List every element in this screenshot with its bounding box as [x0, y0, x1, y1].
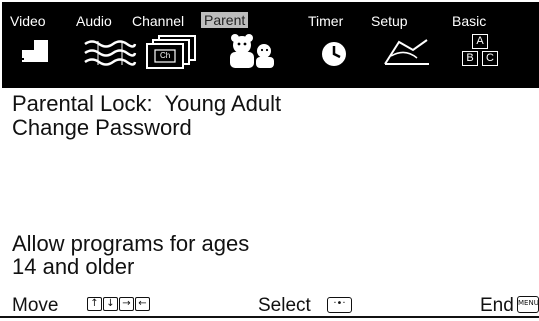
arrow-right-key-icon: → [119, 297, 134, 311]
select-key-icon: ·•· [327, 297, 352, 313]
menu-bar: Video Audio Channel Parent Timer Setup B… [2, 2, 539, 88]
move-label: Move [12, 295, 59, 316]
parent-icon [226, 34, 280, 70]
arrow-up-key-icon: ↑ [87, 297, 102, 311]
parental-lock-value: Young Adult [164, 91, 282, 116]
setup-icon [381, 36, 433, 68]
timer-icon [320, 40, 348, 68]
change-password-item[interactable]: Change Password [12, 116, 192, 140]
video-icon [20, 40, 50, 64]
tab-video[interactable]: Video [10, 13, 46, 29]
allow-ages-line1: Allow programs for ages [12, 231, 250, 256]
parental-lock-row[interactable]: Parental Lock: Young Adult [12, 92, 281, 116]
basic-letter-a: A [472, 34, 488, 49]
tab-basic[interactable]: Basic [452, 13, 486, 29]
menu-key-icon: MENU [517, 296, 539, 313]
tab-channel[interactable]: Channel [132, 13, 184, 29]
tab-timer[interactable]: Timer [308, 13, 343, 29]
arrow-left-key-icon: ← [135, 297, 150, 311]
audio-icon [82, 38, 138, 68]
basic-icon: A B C [458, 32, 508, 72]
tab-setup[interactable]: Setup [371, 13, 408, 29]
end-label: End [480, 295, 514, 316]
basic-letter-b: B [462, 51, 478, 66]
bottom-rule [0, 316, 539, 318]
allow-ages-line2: 14 and older [12, 254, 135, 279]
parental-lock-label: Parental Lock: [12, 91, 153, 116]
channel-icon-text: Ch [160, 51, 171, 60]
tab-audio[interactable]: Audio [76, 13, 112, 29]
tab-parent[interactable]: Parent [201, 12, 249, 28]
arrow-down-key-icon: ↓ [103, 297, 118, 311]
channel-icon: Ch [143, 34, 199, 70]
select-label: Select [258, 295, 311, 316]
basic-letter-c: C [482, 51, 498, 66]
